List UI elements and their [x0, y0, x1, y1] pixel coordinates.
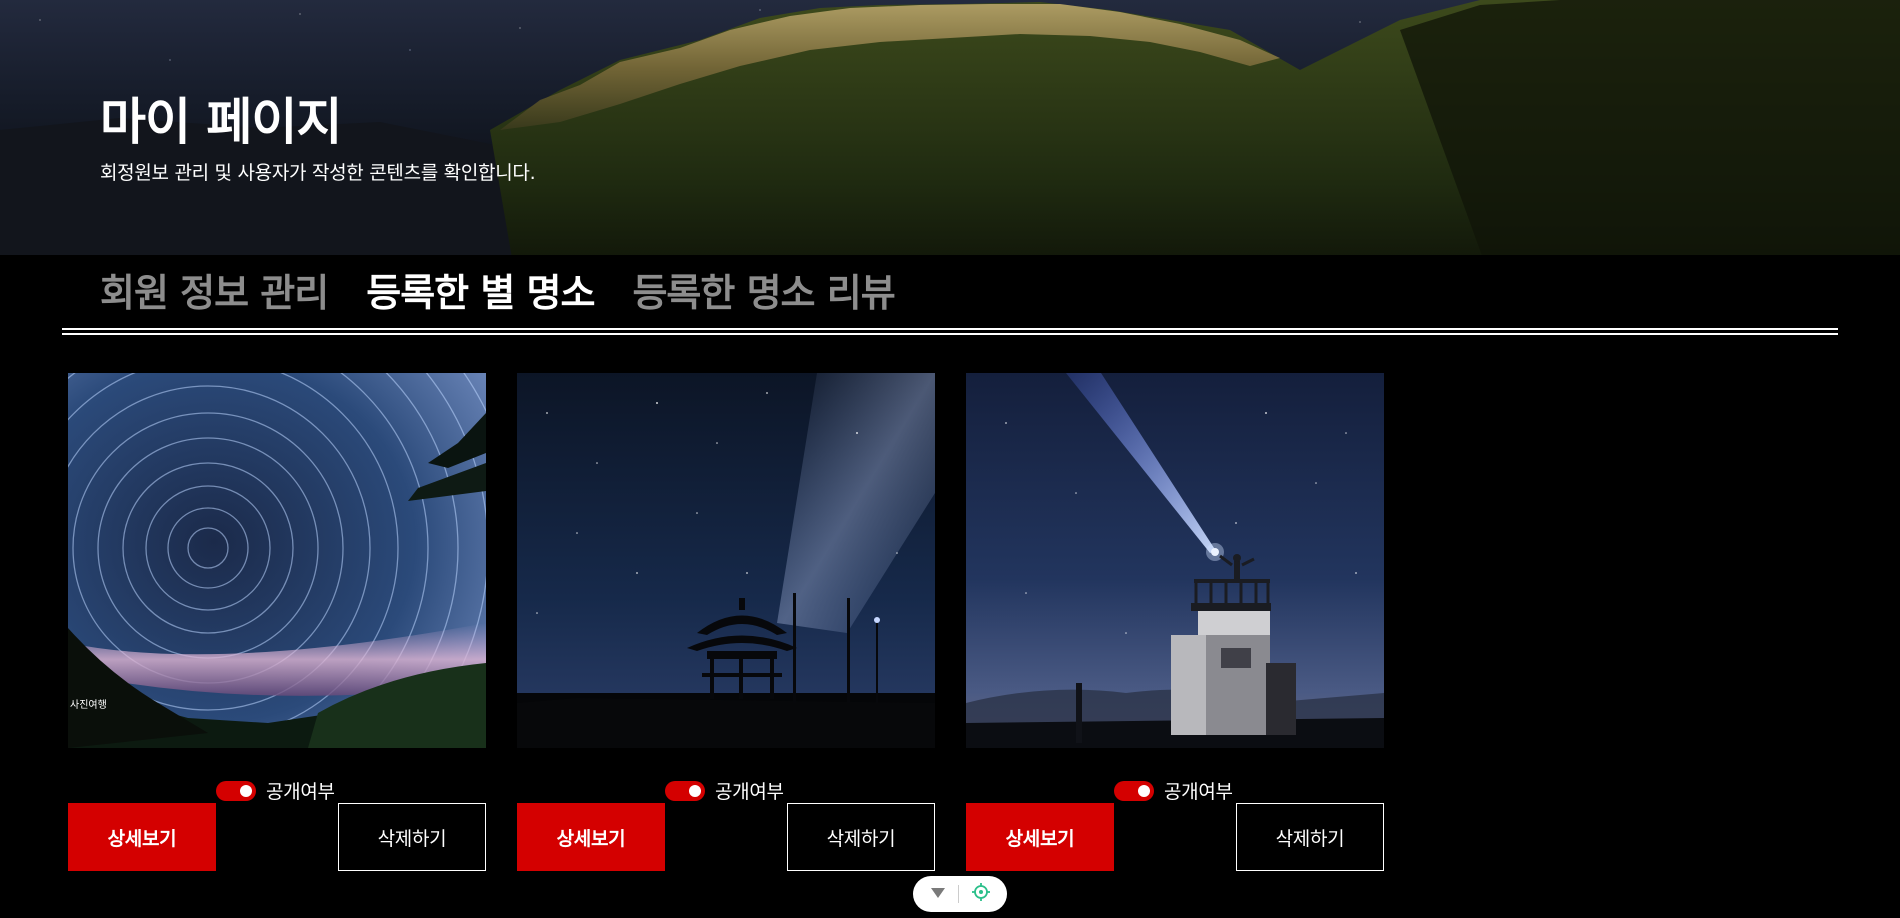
detail-button[interactable]: 상세보기: [517, 803, 665, 871]
chevron-down-icon[interactable]: [929, 885, 947, 904]
page-title: 마이 페이지: [100, 93, 342, 151]
divider: [958, 885, 960, 903]
spot-photo[interactable]: [966, 373, 1384, 748]
tab-bar: 회원 정보 관리 등록한 별 명소 등록한 명소 리뷰: [100, 262, 896, 317]
visibility-label: 공개여부: [266, 781, 335, 803]
milky-way-photo: [517, 373, 935, 748]
delete-button[interactable]: 삭제하기: [1236, 803, 1384, 871]
tab-member-info[interactable]: 회원 정보 관리: [100, 262, 329, 317]
detail-button[interactable]: 상세보기: [68, 803, 216, 871]
visibility-label: 공개여부: [715, 781, 784, 803]
spot-card: 공개여부 상세보기 삭제하기: [517, 373, 935, 873]
spot-card: 사진여행 공개여부 상세보기 삭제하기: [68, 373, 486, 873]
spot-card-list: 사진여행 공개여부 상세보기 삭제하기 공개여부 상세보기 삭제하기 공개여부 …: [68, 373, 1384, 873]
divider: [62, 333, 1838, 335]
visibility-toggle[interactable]: [216, 780, 256, 801]
visibility-toggle[interactable]: [665, 780, 705, 801]
visibility-control: 공개여부: [665, 777, 784, 804]
photo-watermark: 사진여행: [70, 699, 107, 711]
spot-photo[interactable]: 사진여행: [68, 373, 486, 748]
spot-card: 공개여부 상세보기 삭제하기: [966, 373, 1384, 873]
light-beam-photo: [966, 373, 1384, 748]
crosshair-icon[interactable]: [971, 882, 991, 906]
visibility-toggle[interactable]: [1114, 780, 1154, 801]
star-trail-photo: 사진여행: [68, 373, 486, 748]
page-subtitle: 회정원보 관리 및 사용자가 작성한 콘텐츠를 확인합니다.: [100, 162, 536, 184]
spot-photo[interactable]: [517, 373, 935, 748]
delete-button[interactable]: 삭제하기: [787, 803, 935, 871]
floating-toolbar: [913, 876, 1007, 912]
tab-registered-spots[interactable]: 등록한 별 명소: [366, 262, 595, 317]
tab-spot-reviews[interactable]: 등록한 명소 리뷰: [632, 262, 895, 317]
visibility-label: 공개여부: [1164, 781, 1233, 803]
divider: [62, 328, 1838, 330]
detail-button[interactable]: 상세보기: [966, 803, 1114, 871]
delete-button[interactable]: 삭제하기: [338, 803, 486, 871]
visibility-control: 공개여부: [216, 777, 335, 804]
visibility-control: 공개여부: [1114, 777, 1233, 804]
